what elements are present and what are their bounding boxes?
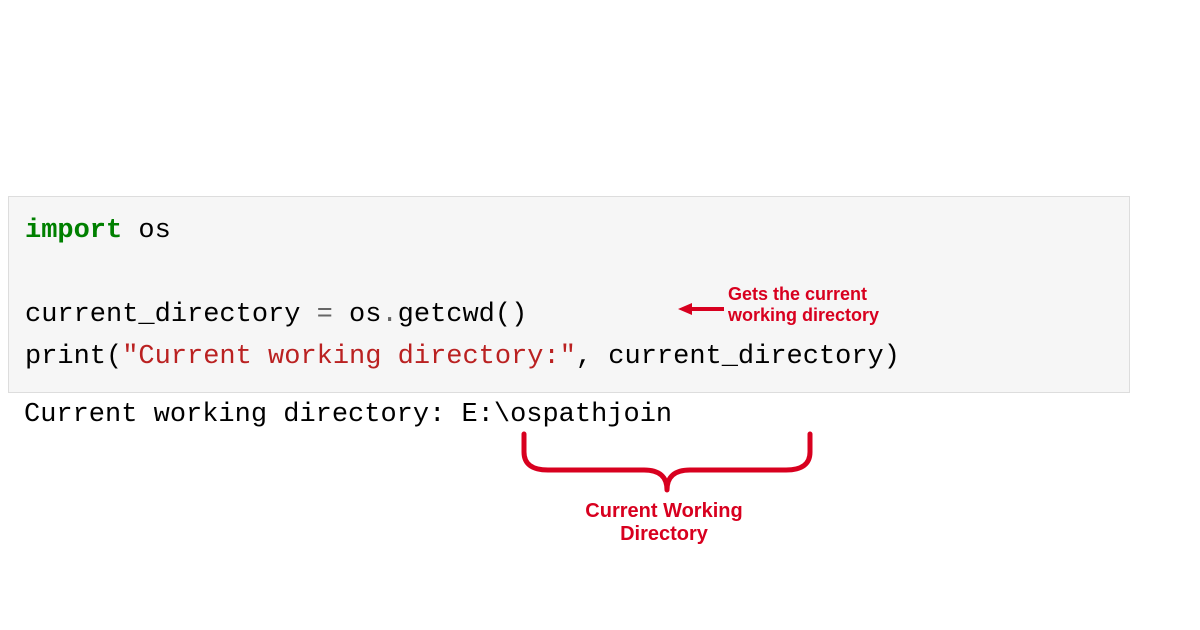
annotation-getcwd-line1: Gets the current bbox=[728, 284, 879, 305]
keyword-import: import bbox=[25, 216, 122, 246]
code-line-2: current_directory = os.getcwd() bbox=[25, 295, 1113, 337]
os-ref: os bbox=[333, 300, 382, 330]
var-current-directory: current_directory bbox=[25, 300, 317, 330]
code-line-1: import os bbox=[25, 211, 1113, 253]
open-paren: ( bbox=[106, 342, 122, 372]
module-os: os bbox=[122, 216, 171, 246]
annotation-cwd-line1: Current Working bbox=[554, 500, 774, 523]
arg-current-directory: current_directory bbox=[592, 342, 884, 372]
getcwd-call: getcwd() bbox=[398, 300, 528, 330]
code-block: import os current_directory = os.getcwd(… bbox=[8, 196, 1130, 393]
output-line: Current working directory: E:\ospathjoin bbox=[24, 400, 672, 430]
annotation-cwd: Current Working Directory bbox=[554, 500, 774, 546]
string-literal: "Current working directory:" bbox=[122, 342, 576, 372]
comma: , bbox=[576, 342, 592, 372]
arrow-left-icon bbox=[678, 302, 724, 316]
annotation-cwd-line2: Directory bbox=[554, 523, 774, 546]
annotation-getcwd-line2: working directory bbox=[728, 305, 879, 326]
code-line-3: print("Current working directory:", curr… bbox=[25, 337, 1113, 379]
dot-op: . bbox=[381, 300, 397, 330]
blank-line bbox=[25, 253, 1113, 295]
print-call: print bbox=[25, 342, 106, 372]
annotation-getcwd: Gets the current working directory bbox=[728, 284, 879, 325]
curly-brace-icon bbox=[518, 430, 816, 496]
equals-op: = bbox=[317, 300, 333, 330]
close-paren: ) bbox=[884, 342, 900, 372]
